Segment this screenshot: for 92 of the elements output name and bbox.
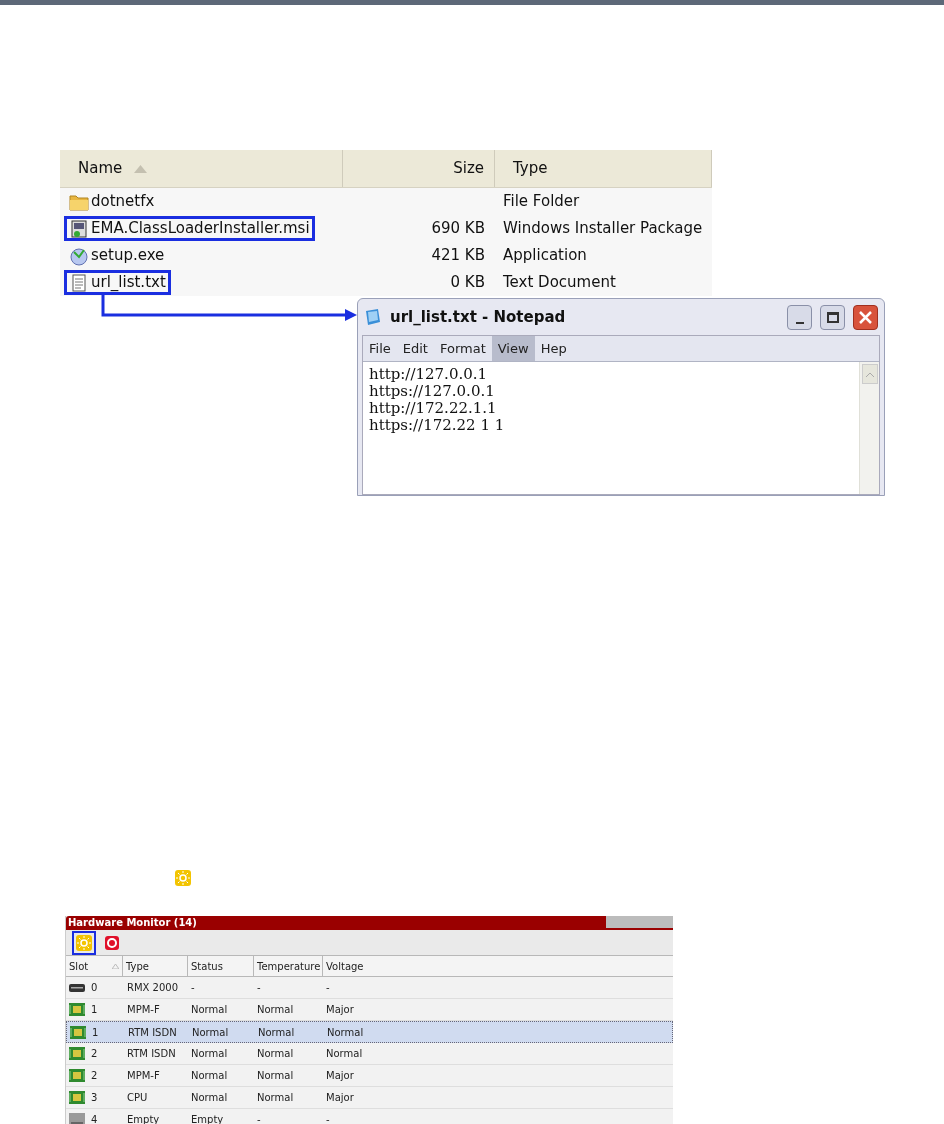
circuit-board-icon [69,1091,85,1104]
column-header[interactable]: Type [123,956,188,976]
file-type: Application [503,246,587,265]
table-cell-text: 1 [91,1003,98,1017]
text-line: http://172.22.1.1 [369,400,497,417]
column-header[interactable]: Name [60,150,343,187]
table-cell-text: 2 [91,1069,98,1083]
table-cell: - [191,982,195,993]
table-cell: Normal [258,1026,295,1038]
file-size: 690 KB [431,219,485,238]
close-icon [859,310,872,324]
circuit-board-icon [69,1047,85,1060]
column-header[interactable]: Status [188,956,254,976]
table-row[interactable]: 2 MPM-F Normal Normal Major [66,1065,673,1087]
table-cell: RMX 2000 [127,982,179,993]
scroll-up-icon [865,371,874,377]
file-size: 0 KB [450,273,485,292]
table-cell: Normal [191,1092,228,1103]
file-type: File Folder [503,192,580,211]
table-cell: RTM ISDN [128,1026,177,1038]
table-cell-text: 3 [91,1091,98,1105]
menu-item[interactable]: View [491,336,535,361]
table-row[interactable]: 0 RMX 2000 - - - [66,977,673,999]
maximize-button[interactable] [820,304,845,330]
close-button[interactable] [853,304,878,330]
table-cell: Normal [257,1092,294,1103]
table-cell: - [257,1114,261,1124]
file-type: Windows Installer Package [503,219,703,238]
table-row[interactable]: 2 RTM ISDN Normal Normal Normal [66,1043,673,1065]
table-cell: Normal [191,1048,228,1059]
toolbar-button[interactable] [72,930,96,955]
table-cell: - [257,982,261,993]
chassis-icon [69,982,85,993]
menu-item[interactable]: Hep [534,336,573,361]
file-size: 421 KB [431,246,485,265]
empty-slot-icon [69,1113,85,1124]
text-line: https://172.22 1 1 [369,417,505,434]
file-name-item[interactable]: url_list.txt [64,270,171,295]
table-cell: Normal [327,1026,364,1038]
menu-item[interactable]: Edit [396,336,434,361]
table-cell: Major [326,1070,354,1081]
table-cell: Normal [191,1070,228,1081]
table-cell-text: 0 [91,981,98,995]
stop-icon [105,935,119,950]
column-header[interactable]: Temperature [254,956,323,976]
table-row[interactable]: 3 CPU Normal Normal Major [66,1087,673,1109]
circuit-board-icon [69,1069,85,1082]
column-header[interactable]: Slot [66,956,123,976]
table-cell: CPU [127,1092,148,1103]
table-cell: Normal [326,1048,363,1059]
table-cell: Normal [191,1004,228,1015]
table-cell: Normal [257,1048,294,1059]
table-cell: - [326,1114,330,1124]
table-cell: Normal [192,1026,229,1038]
circuit-board-icon [69,1003,85,1016]
file-name-item[interactable]: EMA.ClassLoaderInstaller.msi [64,216,315,241]
menu-item[interactable]: File [363,336,397,361]
circuit-board-icon [70,1025,86,1039]
column-header[interactable]: Type [495,150,712,187]
file-name-item[interactable]: dotnetfx [64,189,160,214]
column-header[interactable]: Voltage [323,956,673,976]
file-type: Text Document [503,273,616,292]
window-title: url_list.txt - Notepad [390,306,567,328]
table-cell: Major [326,1004,354,1015]
sun-icon [175,870,191,886]
table-cell: - [326,982,330,993]
menu-item[interactable]: Format [433,336,492,361]
column-header[interactable]: Size [343,150,495,187]
table-cell: Normal [257,1004,294,1015]
sort-arrow-icon [134,164,148,173]
scrollbar[interactable] [859,362,879,494]
text-file-icon [69,272,89,293]
text-line: https://127.0.0.1 [369,383,495,400]
panel-title: Hardware Monitor (14) [68,918,197,928]
notepad-icon [364,308,382,326]
text-content[interactable]: http://127.0.0.1 https://127.0.0.1 http://172.22.1.1 https://172.22 1 1 [363,362,859,494]
installer-icon [69,218,89,239]
table-row[interactable]: 1 RTM ISDN Normal Normal Normal [66,1021,673,1043]
minimize-button[interactable] [787,304,812,330]
sort-arrow-icon [112,963,119,969]
file-name-item[interactable]: setup.exe [64,243,170,268]
table-cell: RTM ISDN [127,1048,176,1059]
table-cell: MPM-F [127,1070,160,1081]
table-cell-text: 1 [92,1025,99,1040]
table-cell: Major [326,1092,354,1103]
table-cell: Normal [257,1070,294,1081]
table-cell-text: 2 [91,1047,98,1061]
sun-icon [76,934,92,951]
setup-icon [69,245,89,266]
table-cell: MPM-F [127,1004,160,1015]
text-line: http://127.0.0.1 [369,366,488,383]
table-cell-text: 4 [91,1113,98,1124]
